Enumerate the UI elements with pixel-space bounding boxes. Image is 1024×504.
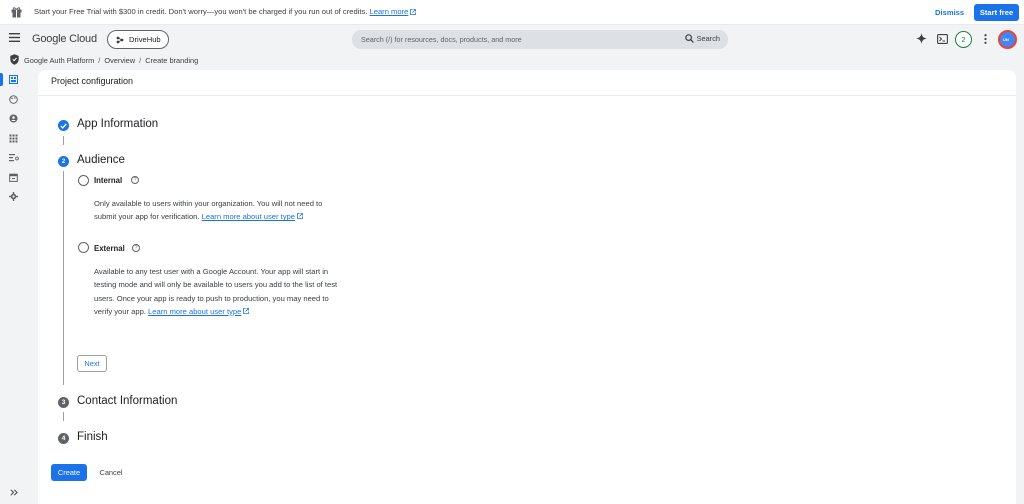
gemini-icon[interactable] — [916, 33, 927, 44]
page-title: Project configuration — [51, 76, 134, 86]
help-icon[interactable]: ? — [132, 244, 140, 252]
cancel-button[interactable]: Cancel — [96, 464, 126, 481]
user-type-text: user type — [210, 306, 242, 316]
breadcrumb-item-google-auth-platform[interactable]: Google Auth Platform — [24, 56, 94, 65]
help-icon[interactable]: ? — [131, 176, 139, 184]
person-icon[interactable] — [9, 114, 18, 123]
search-button-label: Search — [696, 34, 720, 43]
banner-learn-more-link[interactable]: Learn more — [370, 7, 409, 16]
step-4-pending-icon: 4 — [58, 433, 69, 444]
internal-radio[interactable] — [78, 175, 89, 186]
filter-icon[interactable] — [9, 153, 19, 162]
top-header: Google Cloud DriveHub Search (/) for res… — [0, 25, 1024, 53]
external-description: Available to any test user with a Google… — [94, 265, 342, 318]
rail-selection-indicator — [0, 73, 3, 86]
project-name: DriveHub — [129, 35, 161, 44]
breadcrumb-separator: / — [98, 56, 101, 65]
step-3-contact-information[interactable]: Contact Information — [77, 395, 177, 407]
step-2-active-icon: 2 — [58, 156, 69, 167]
step-2-audience[interactable]: Audience — [77, 154, 125, 166]
breadcrumb: Google Auth Platform / Overview / Create bra… — [0, 53, 1024, 68]
project-icon — [116, 36, 129, 44]
dashboard-icon[interactable] — [9, 75, 18, 84]
step-4-finish[interactable]: Finish — [77, 431, 108, 443]
step-3-pending-icon: 3 — [58, 397, 69, 408]
divider — [38, 95, 1016, 96]
step-1-app-information[interactable]: App Information — [77, 118, 158, 130]
calendar-icon[interactable] — [9, 173, 18, 182]
step-connector — [63, 136, 64, 145]
dismiss-button[interactable]: Dismiss — [935, 8, 964, 17]
search-button[interactable]: Search — [684, 34, 720, 43]
grid-icon[interactable] — [9, 134, 18, 143]
breadcrumb-item-create-branding: Create branding — [145, 56, 199, 65]
learn-more-text: Learn more about — [201, 212, 262, 222]
next-button[interactable]: Next — [77, 355, 107, 372]
expand-icon[interactable] — [10, 489, 18, 496]
more-vert-icon[interactable] — [984, 34, 987, 44]
search-input[interactable]: Search (/) for resources, docs, products… — [361, 35, 522, 44]
external-label: External — [94, 244, 125, 253]
start-free-button[interactable]: Start free — [974, 4, 1019, 21]
settings-icon[interactable] — [9, 192, 18, 201]
step-connector — [63, 171, 64, 385]
gift-icon — [11, 6, 22, 18]
google-cloud-logo[interactable]: Google Cloud — [32, 33, 97, 45]
external-link-icon — [410, 9, 417, 15]
create-button[interactable]: Create — [51, 464, 87, 481]
external-radio[interactable] — [78, 242, 89, 253]
step-1-completed-icon — [58, 120, 69, 131]
breadcrumb-item-overview[interactable]: Overview — [104, 56, 135, 65]
palette-icon[interactable] — [9, 95, 18, 104]
learn-more-text: Learn more about — [148, 306, 208, 316]
content-card: Project configuration App Information 2 … — [38, 70, 1016, 504]
internal-description: Only available to users within your orga… — [94, 197, 339, 224]
left-nav-rail — [0, 70, 30, 504]
cloud-shell-icon[interactable] — [937, 34, 948, 44]
internal-learn-more-link[interactable]: Learn more about user type — [202, 212, 295, 221]
step-connector — [63, 412, 64, 421]
breadcrumb-separator: / — [139, 56, 142, 65]
search-bar[interactable]: Search (/) for resources, docs, products… — [352, 30, 728, 49]
banner-message: Start your Free Trial with $300 in credi… — [34, 7, 368, 16]
user-type-text: user type — [263, 212, 295, 222]
trial-banner: Start your Free Trial with $300 in credi… — [0, 0, 1024, 25]
breadcrumb-trail: Google Auth Platform / Overview / Create bra… — [24, 56, 198, 65]
avatar[interactable]: UN — [998, 30, 1017, 49]
project-picker[interactable]: DriveHub — [107, 30, 169, 49]
external-learn-more-link[interactable]: Learn more about user type — [148, 307, 241, 316]
shield-icon — [10, 54, 19, 65]
menu-icon[interactable] — [9, 33, 20, 42]
notification-badge[interactable]: 2 — [955, 31, 972, 48]
external-link-icon — [243, 307, 250, 314]
internal-label: Internal — [94, 176, 123, 185]
external-link-icon — [297, 213, 303, 220]
banner-text: Start your Free Trial with $300 in credi… — [34, 7, 417, 16]
search-icon — [684, 34, 697, 43]
avatar-initials: UN — [1003, 37, 1009, 42]
